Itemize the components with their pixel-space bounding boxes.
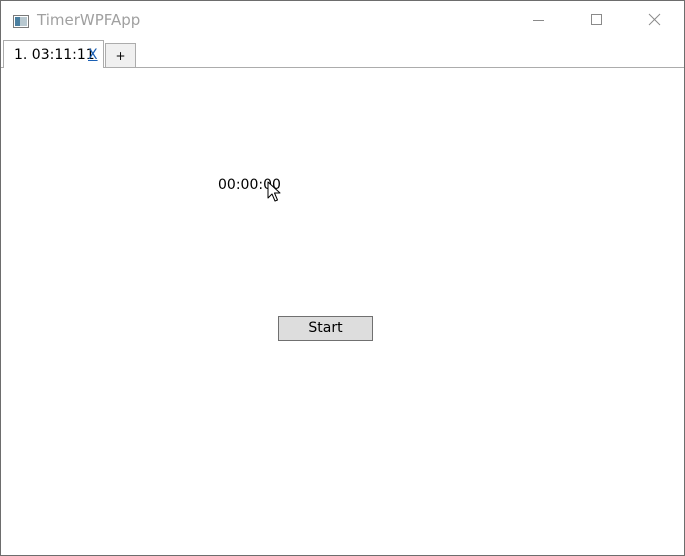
tab-close-link[interactable]: X (88, 47, 98, 64)
add-tab-button[interactable]: + (105, 43, 136, 67)
tab-label: 1. 03:11:11 (14, 47, 95, 63)
title-bar[interactable]: TimerWPFApp (1, 1, 684, 39)
maximize-button[interactable] (567, 1, 625, 39)
mouse-cursor-icon (267, 181, 281, 203)
app-window: TimerWPFApp 1. 03:11:11 X + 00:00:00 Sta… (0, 0, 685, 556)
maximize-icon (591, 14, 602, 25)
window-title: TimerWPFApp (37, 11, 141, 29)
close-button[interactable] (625, 1, 683, 39)
start-button[interactable]: Start (278, 316, 373, 341)
minimize-button[interactable] (509, 1, 567, 39)
app-window-icon (13, 13, 29, 28)
close-icon (648, 13, 661, 26)
minimize-icon (533, 20, 544, 21)
tab-timer-1[interactable]: 1. 03:11:11 X (3, 40, 104, 68)
